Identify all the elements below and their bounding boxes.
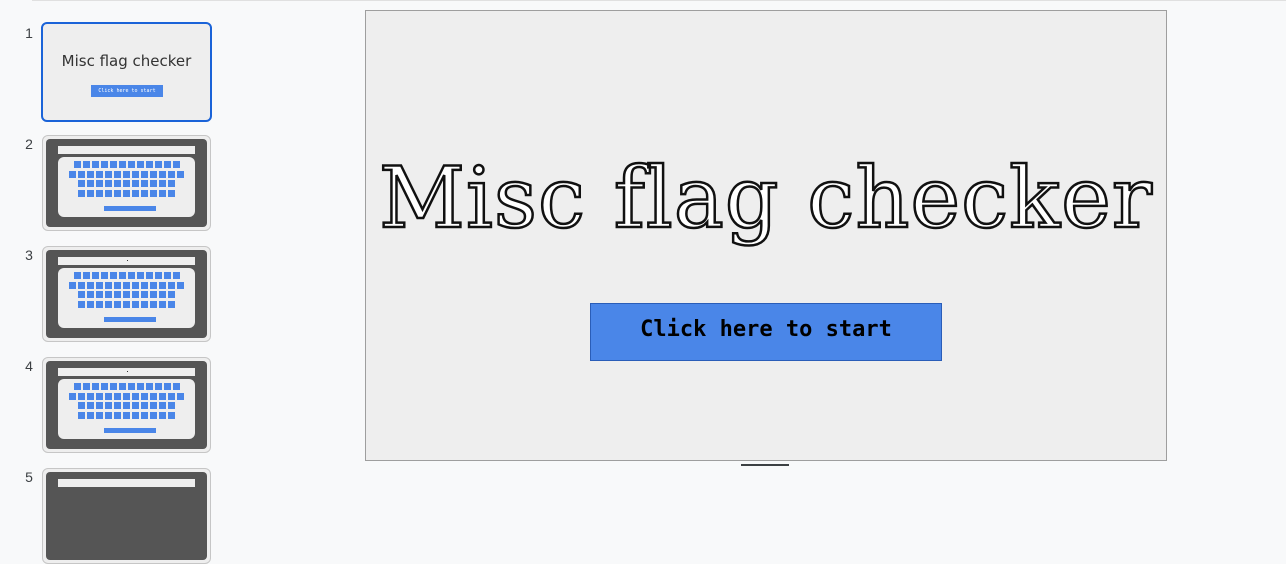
speaker-notes-resize-handle[interactable] <box>741 464 789 466</box>
slide-thumbnail-1[interactable]: Misc flag checker Click here to start <box>41 22 212 122</box>
space-key <box>104 428 156 433</box>
slide-thumbnail-2[interactable] <box>42 135 211 231</box>
space-key <box>104 317 156 322</box>
keyboard-display <box>58 257 195 265</box>
keyboard-keys-area <box>58 268 195 328</box>
thumbnail-start-button: Click here to start <box>91 85 163 97</box>
keyboard-keys-area <box>58 157 195 217</box>
keyboard-preview <box>46 361 207 449</box>
keyboard-display <box>58 479 195 487</box>
slide-title: Misc flag checker <box>378 148 1153 249</box>
start-button[interactable]: Click here to start <box>590 303 942 361</box>
thumbnail-title: Misc flag checker <box>61 52 192 70</box>
space-key <box>104 206 156 211</box>
key-row <box>68 272 185 279</box>
slide-filmstrip[interactable]: 1 Misc flag checker Click here to start … <box>0 0 230 564</box>
slide-thumbnail-5[interactable] <box>42 468 211 564</box>
keyboard-preview <box>46 250 207 338</box>
key-row <box>68 300 185 308</box>
slide-canvas[interactable]: Misc flag checker Click here to start <box>365 10 1167 461</box>
keyboard-display <box>58 368 195 376</box>
key-row <box>68 161 185 168</box>
keyboard-keys-area <box>58 379 195 439</box>
keyboard-display <box>58 146 195 154</box>
slide-thumbnail-4[interactable] <box>42 357 211 453</box>
keyboard-preview <box>46 472 207 560</box>
key-row <box>68 392 185 400</box>
key-row <box>68 189 185 197</box>
keyboard-preview <box>46 139 207 227</box>
key-row <box>68 411 185 419</box>
slide-number: 1 <box>25 25 33 41</box>
slide-thumbnail-3[interactable] <box>42 246 211 342</box>
key-row <box>68 291 185 298</box>
slide-number: 3 <box>25 247 33 263</box>
slide-number: 2 <box>25 136 33 152</box>
key-row <box>68 402 185 409</box>
key-row <box>68 281 185 289</box>
key-row <box>68 170 185 178</box>
key-row <box>68 180 185 187</box>
slide-number: 5 <box>25 469 33 485</box>
key-row <box>68 383 185 390</box>
slide-number: 4 <box>25 358 33 374</box>
